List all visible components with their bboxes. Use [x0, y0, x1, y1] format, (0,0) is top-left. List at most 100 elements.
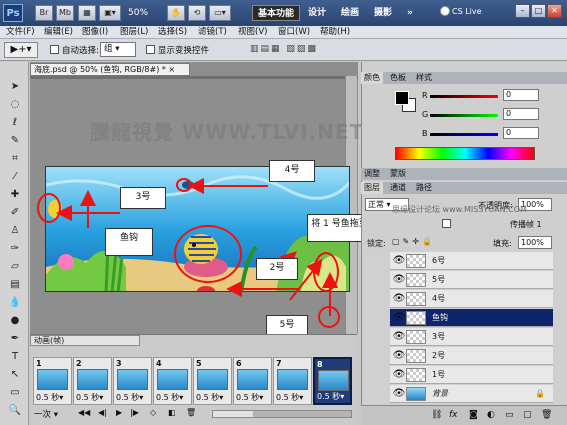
next-frame-button[interactable]: |▶	[130, 408, 139, 417]
animation-frame[interactable]: 5 0.5 秒▾	[193, 357, 232, 405]
visibility-eye-icon[interactable]: 👁	[392, 347, 406, 365]
move-tool-preset[interactable]: ▶+▾	[4, 42, 38, 58]
tab-paths[interactable]: 路径	[413, 182, 435, 194]
arrange-docs-button[interactable]: ▣▾	[99, 5, 121, 21]
menu-help[interactable]: 帮助(H)	[320, 26, 350, 39]
link-layers-icon[interactable]: ⛓	[431, 410, 442, 420]
brush-tool-icon[interactable]: ✐	[8, 206, 22, 219]
play-button[interactable]: ▶	[116, 408, 122, 417]
workspace-painting[interactable]: 绘画	[341, 5, 359, 21]
screen-mode-button[interactable]: ▭▾	[209, 5, 231, 21]
adjustment-layer-icon[interactable]: ◐	[487, 410, 495, 420]
dodge-tool-icon[interactable]: ●	[8, 314, 22, 327]
visibility-eye-icon[interactable]: 👁	[392, 252, 406, 270]
menu-image[interactable]: 图像(I)	[82, 26, 108, 39]
quick-select-icon[interactable]: ✎	[8, 134, 22, 147]
menu-window[interactable]: 窗口(W)	[278, 26, 310, 39]
menu-layer[interactable]: 图层(L)	[120, 26, 148, 39]
layer-row-selected[interactable]: 鱼钩	[390, 309, 553, 327]
visibility-eye-icon[interactable]: 👁	[392, 290, 406, 308]
foreground-color-swatch[interactable]	[395, 91, 409, 105]
animation-frame[interactable]: 6 0.5 秒▾	[233, 357, 272, 405]
minimize-button[interactable]: –	[515, 4, 530, 18]
menu-select[interactable]: 选择(S)	[158, 26, 187, 39]
lasso-tool-icon[interactable]: ℓ	[8, 116, 22, 129]
document-tab[interactable]: 海底.psd @ 50% (鱼钩, RGB/8#) * ×	[30, 63, 190, 76]
history-brush-icon[interactable]: ✑	[8, 242, 22, 255]
gradient-tool-icon[interactable]: ▤	[8, 278, 22, 291]
frame-duration[interactable]: 0.5 秒▾	[156, 392, 183, 403]
visibility-eye-icon[interactable]: 👁	[392, 328, 406, 346]
fill-field[interactable]: 100%	[518, 236, 552, 249]
tab-adjustments[interactable]: 调整	[361, 168, 383, 180]
layer-row[interactable]: 6号	[390, 252, 553, 270]
visibility-eye-icon[interactable]: 👁	[392, 366, 406, 384]
animation-frame-selected[interactable]: 8 0.5 秒▾	[313, 357, 352, 405]
unify-checkbox[interactable]	[442, 219, 451, 228]
workspace-photography[interactable]: 摄影	[374, 5, 392, 21]
bridge-button[interactable]: Br	[35, 5, 53, 21]
hand-tool-button[interactable]: ✋	[167, 5, 185, 21]
close-button[interactable]: ✕	[547, 4, 562, 18]
r-slider[interactable]	[430, 95, 498, 98]
zoom-tool-icon[interactable]: 🔍	[8, 404, 22, 417]
align-icons[interactable]: ▥▤▦ ▧▨▩	[250, 44, 360, 56]
frame-duration[interactable]: 0.5 秒▾	[76, 392, 103, 403]
b-value-field[interactable]: 0	[503, 127, 539, 139]
animation-panel-tab[interactable]: 动画(帧)	[30, 335, 140, 346]
zoom-level[interactable]: 50%	[128, 5, 164, 21]
animation-frame[interactable]: 7 0.5 秒▾	[273, 357, 312, 405]
layer-row[interactable]: 3号	[390, 328, 553, 346]
view-extras-button[interactable]: ▦	[78, 5, 96, 21]
g-slider[interactable]	[430, 114, 498, 117]
cs-live-button[interactable]: CS Live	[452, 7, 482, 16]
prev-frame-button[interactable]: ◀|	[98, 408, 107, 417]
shape-tool-icon[interactable]: ▭	[8, 386, 22, 399]
lock-icons[interactable]: ▢✎✛🔒	[392, 237, 435, 246]
maximize-button[interactable]: □	[531, 4, 546, 18]
delete-frame-button[interactable]: 🗑	[186, 408, 196, 417]
tab-color[interactable]: 颜色	[361, 72, 383, 84]
frame-duration[interactable]: 0.5 秒▾	[36, 392, 63, 403]
menu-file[interactable]: 文件(F)	[6, 26, 35, 39]
g-value-field[interactable]: 0	[503, 108, 539, 120]
animation-frame[interactable]: 2 0.5 秒▾	[73, 357, 112, 405]
menu-edit[interactable]: 编辑(E)	[44, 26, 73, 39]
type-tool-icon[interactable]: T	[8, 350, 22, 363]
fx-icon[interactable]: fx	[449, 410, 458, 420]
duplicate-frame-button[interactable]: ◧	[168, 408, 176, 417]
frame-duration[interactable]: 0.5 秒▾	[276, 392, 303, 403]
trash-icon[interactable]: 🗑	[541, 410, 552, 420]
menu-view[interactable]: 视图(V)	[238, 26, 267, 39]
workspace-design[interactable]: 设计	[308, 5, 326, 21]
rotate-view-button[interactable]: ⟲	[188, 5, 206, 21]
tab-channels[interactable]: 通道	[387, 182, 409, 194]
animation-frame[interactable]: 3 0.5 秒▾	[113, 357, 152, 405]
frame-duration[interactable]: 0.5 秒▾	[236, 392, 263, 403]
animation-frame[interactable]: 4 0.5 秒▾	[153, 357, 192, 405]
pen-tool-icon[interactable]: ✒	[8, 332, 22, 345]
mask-icon[interactable]: ◙	[469, 410, 478, 420]
tab-swatches[interactable]: 色板	[387, 72, 409, 84]
healing-brush-icon[interactable]: ✚	[8, 188, 22, 201]
marquee-tool-icon[interactable]: ◌	[8, 98, 22, 111]
layer-row[interactable]: 1号	[390, 366, 553, 384]
tab-layers[interactable]: 图层	[361, 182, 383, 194]
menu-filter[interactable]: 滤镜(T)	[198, 26, 227, 39]
workspace-more[interactable]: »	[407, 5, 413, 21]
auto-select-checkbox[interactable]	[50, 45, 59, 54]
visibility-eye-icon[interactable]: 👁	[392, 309, 406, 327]
loop-dropdown[interactable]: 一次 ▾	[34, 408, 58, 420]
layer-row[interactable]: 4号	[390, 290, 553, 308]
mini-bridge-button[interactable]: Mb	[56, 5, 74, 21]
layer-row[interactable]: 2号	[390, 347, 553, 365]
visibility-eye-icon[interactable]: 👁	[392, 385, 406, 403]
eyedropper-icon[interactable]: ⁄	[8, 170, 22, 183]
clone-stamp-icon[interactable]: ♙	[8, 224, 22, 237]
first-frame-button[interactable]: ◀◀	[78, 408, 90, 417]
show-transform-checkbox[interactable]	[146, 45, 155, 54]
tab-masks[interactable]: 蒙版	[387, 168, 409, 180]
tween-button[interactable]: ◇	[150, 408, 156, 417]
move-tool-icon[interactable]: ➤	[8, 80, 22, 93]
crop-tool-icon[interactable]: ⌗	[8, 152, 22, 165]
